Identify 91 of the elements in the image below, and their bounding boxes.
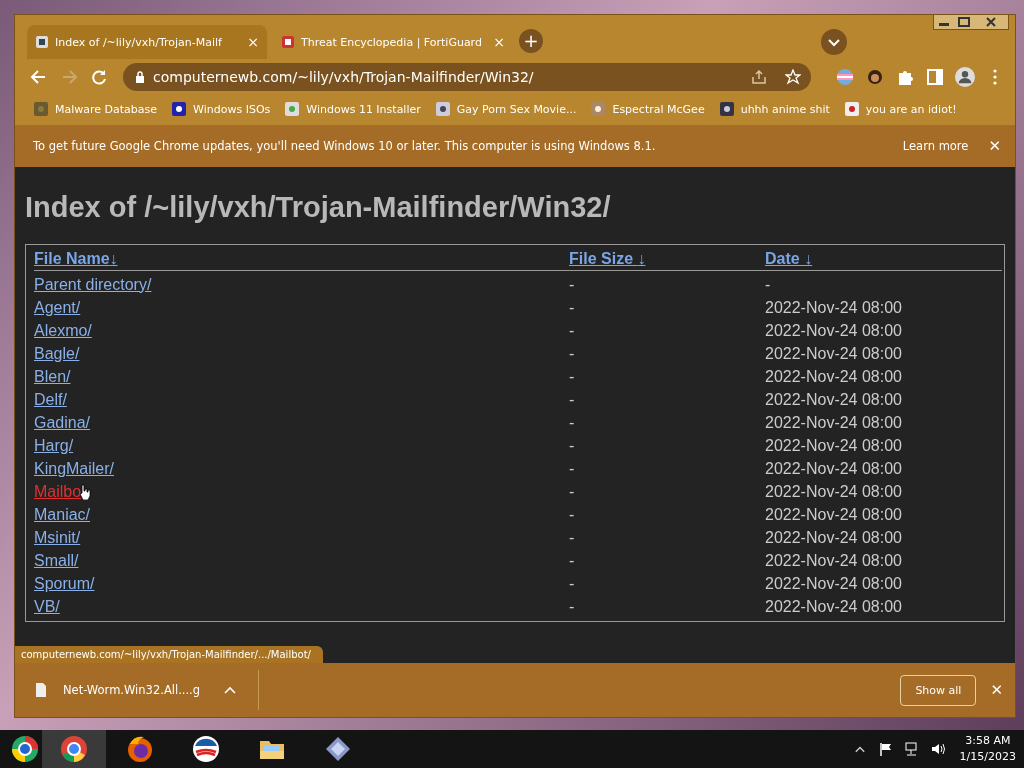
directory-link[interactable]: KingMailer/ <box>34 459 115 478</box>
directory-link[interactable]: Sporum/ <box>34 574 95 593</box>
date-cell-text: 2022-Nov-24 08:00 <box>765 413 903 432</box>
directory-link[interactable]: Bagle/ <box>34 344 80 363</box>
new-tab-button[interactable]: + <box>519 29 543 53</box>
date-cell-text: 2022-Nov-24 08:00 <box>765 367 903 386</box>
bookmark-icon <box>171 101 188 117</box>
file-size-cell-text: - <box>569 367 576 386</box>
date-cell-text: 2022-Nov-24 08:00 <box>765 528 903 547</box>
chrome-icon[interactable] <box>59 734 89 764</box>
file-size-cell-text: - <box>569 482 576 501</box>
directory-link[interactable]: Gadina/ <box>34 413 91 432</box>
file-size-cell-text: - <box>569 528 576 547</box>
date-cell-text: 2022-Nov-24 08:00 <box>765 344 903 363</box>
close-download-bar-button[interactable]: ✕ <box>990 681 1003 699</box>
page-icon <box>35 35 49 49</box>
page-heading: Index of /~lily/vxh/Trojan-Mailfinder/Win32/ <box>25 191 612 224</box>
file-size-cell-text: - <box>569 505 576 524</box>
file-size-cell-text: - <box>569 436 576 455</box>
file-size-cell-text: - <box>569 551 576 570</box>
star-icon[interactable] <box>785 69 801 85</box>
file-size-cell-text: - <box>569 574 576 593</box>
bookmark-icon <box>718 101 735 117</box>
tab-search-icon[interactable] <box>821 29 847 55</box>
column-header-link[interactable]: Date ↓ <box>765 249 813 268</box>
close-tab-button[interactable]: × <box>247 34 259 50</box>
date-cell-text: 2022-Nov-24 08:00 <box>765 482 903 501</box>
status-bubble: computernewb.com/~lily/vxh/Trojan-Mailfinder/.../Mailbot/ <box>15 646 323 663</box>
clock[interactable]: 3:58 AM 1/15/2023 <box>959 733 1016 765</box>
directory-link[interactable]: Agent/ <box>34 298 81 317</box>
network-icon[interactable] <box>904 742 919 756</box>
file-size-cell-text: - <box>569 390 576 409</box>
hand-cursor-icon <box>79 483 92 500</box>
bookmark-icon <box>590 101 607 117</box>
file-size-cell-text: - <box>569 298 576 317</box>
date-cell-text: 2022-Nov-24 08:00 <box>765 436 903 455</box>
directory-link[interactable]: Delf/ <box>34 390 67 409</box>
date-cell-text: - <box>765 275 772 294</box>
file-size-cell-text: - <box>569 459 576 478</box>
address-bar[interactable]: computernewb.com/~lily/vxh/Trojan-Mailfinder/Win32/ <box>123 63 811 91</box>
date-cell-text: 2022-Nov-24 08:00 <box>765 298 903 317</box>
file-size-cell-text: - <box>569 275 576 294</box>
bookmark-icon <box>434 101 451 117</box>
directory-link[interactable]: Maniac/ <box>34 505 91 524</box>
file-size-cell-text: - <box>569 413 576 432</box>
directory-link[interactable]: Small/ <box>34 551 79 570</box>
side-panel-icon[interactable] <box>925 67 945 87</box>
file-size-cell-text: - <box>569 321 576 340</box>
file-size-cell-text: - <box>569 597 576 616</box>
tab-title: Index of /~lily/vxh/Trojan-Mailf <box>55 35 223 49</box>
share-icon[interactable] <box>751 69 767 85</box>
avatar-extension-icon[interactable] <box>865 67 885 87</box>
profile-icon[interactable] <box>955 67 975 87</box>
file-icon <box>35 682 47 698</box>
show-all-button[interactable]: Show all <box>900 674 977 706</box>
bookmark-icon <box>33 101 49 117</box>
date-cell-text: 2022-Nov-24 08:00 <box>765 574 903 593</box>
speaker-icon[interactable] <box>930 742 945 756</box>
page-icon <box>281 35 295 49</box>
circle-logo-icon[interactable] <box>191 734 221 764</box>
download-item[interactable]: Net-Worm.Win32.All....g <box>35 670 260 710</box>
start-orb-icon[interactable] <box>10 734 40 764</box>
column-header-link[interactable]: File Name↓ <box>34 249 569 268</box>
date-cell-text: 2022-Nov-24 08:00 <box>765 321 903 340</box>
striped-flag-icon[interactable] <box>835 67 855 87</box>
date-cell-text: 2022-Nov-24 08:00 <box>765 459 903 478</box>
directory-link[interactable]: Alexmo/ <box>34 321 92 340</box>
learn-more-link[interactable]: Learn more <box>902 139 969 153</box>
url-text: computernewb.com/~lily/vxh/Trojan-Mailfinder/Win32/ <box>153 69 534 85</box>
date-cell-text: 2022-Nov-24 08:00 <box>765 505 903 524</box>
bookmark-icon <box>284 101 301 117</box>
lock-icon <box>135 71 145 83</box>
directory-link[interactable]: VB/ <box>34 597 60 616</box>
chevron-up-icon <box>224 686 237 694</box>
directory-link[interactable]: Parent directory/ <box>34 275 152 294</box>
directory-link[interactable]: Msinit/ <box>34 528 81 547</box>
column-header-link[interactable]: File Size ↓ <box>569 249 765 268</box>
directory-link[interactable]: Mailbo <box>34 482 82 501</box>
directory-link[interactable]: Blen/ <box>34 367 71 386</box>
tab-title: Threat Encyclopedia | FortiGuard <box>301 35 483 49</box>
browser-tab[interactable]: Index of /~lily/vxh/Trojan-Mailf × <box>27 25 267 59</box>
infobar-message: To get future Google Chrome updates, you'll need Windows 10 or later. This computer is using Windows 8.1. <box>33 139 656 153</box>
close-infobar-button[interactable]: ✕ <box>988 137 1001 155</box>
date-cell-text: 2022-Nov-24 08:00 <box>765 390 903 409</box>
file-size-cell-text: - <box>569 344 576 363</box>
flag-icon[interactable] <box>878 742 893 756</box>
directory-link[interactable]: Harg/ <box>34 436 74 455</box>
date-cell-text: 2022-Nov-24 08:00 <box>765 551 903 570</box>
firefox-icon[interactable] <box>125 734 155 764</box>
date-cell-text: 2022-Nov-24 08:00 <box>765 597 903 616</box>
bookmark-icon <box>843 101 860 117</box>
